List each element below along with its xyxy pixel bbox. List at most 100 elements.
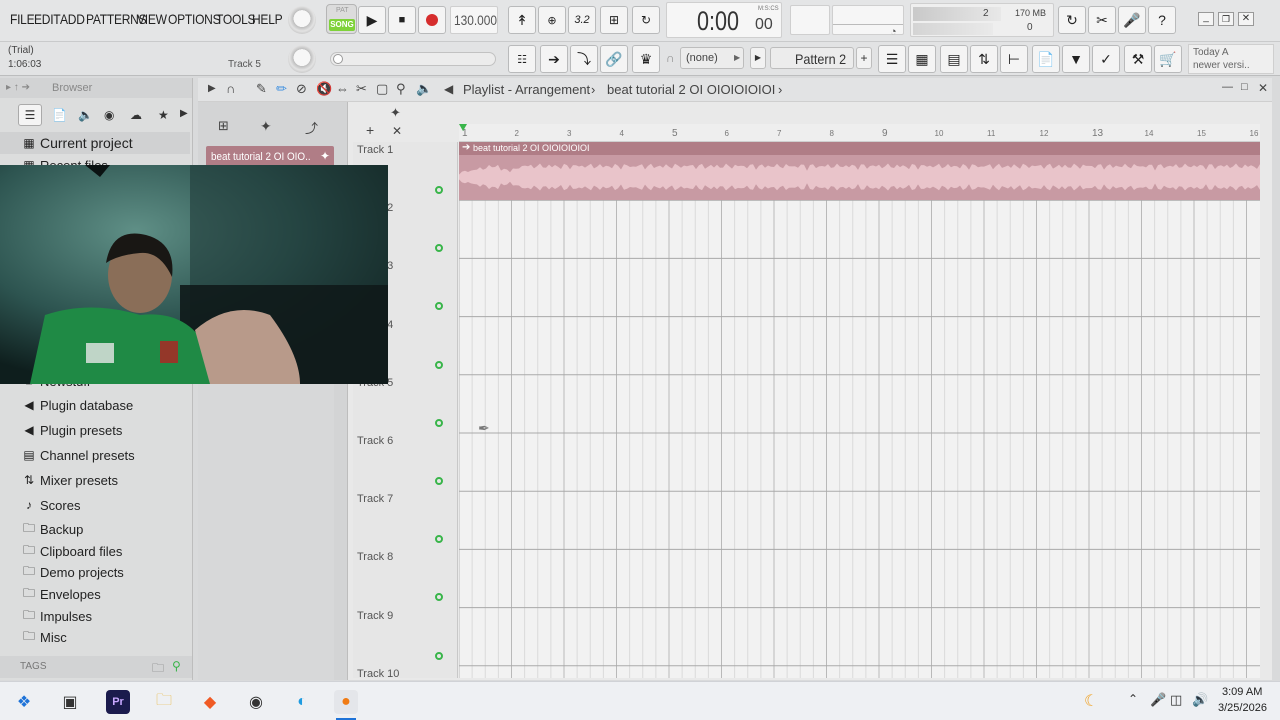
tempo-display[interactable]: 130.000 [450,6,498,34]
browser-all-button[interactable]: ☰ [18,104,42,126]
minimize-button[interactable]: _ [1198,12,1214,26]
reset-button[interactable]: ↻ [1058,6,1086,34]
playlist-options-icon[interactable]: ▶ [208,83,216,94]
add-track-icon[interactable]: + [366,122,374,138]
channel-rack-button[interactable]: ▦ [908,45,936,73]
playlist-close-icon[interactable]: ✕ [1258,81,1268,95]
track-enable-toggle[interactable] [435,360,443,369]
restore-button[interactable]: ❐ [1218,12,1234,26]
microphone-icon[interactable]: 🎤 [1150,692,1166,708]
menu-view[interactable]: VIEW [137,11,167,27]
position-slider[interactable] [330,52,496,66]
track-enable-toggle[interactable] [435,418,443,427]
brave-app[interactable]: ◆ [198,690,222,714]
playlist-maximize-icon[interactable]: □ [1241,81,1248,93]
piano-roll-window-button[interactable]: ▤ [940,45,968,73]
track-label[interactable]: Track 6 [357,435,393,447]
project-button[interactable]: 📄 [1032,45,1060,73]
browser-item-mixer-presets[interactable]: ⇅ Mixer presets [0,469,190,491]
pattern-selector[interactable]: Pattern 2 [770,47,854,69]
select-icon[interactable]: ▢ [376,81,388,97]
browser-speaker-icon[interactable]: 🔈 [78,108,93,122]
clock-date[interactable]: 3/25/2026 [1218,702,1267,714]
fl-studio-app[interactable]: ● [334,690,358,714]
play-button[interactable]: ▶ [358,6,386,34]
close-button[interactable]: ✕ [1238,12,1254,26]
remove-track-icon[interactable]: ✕ [392,124,402,138]
tray-expand-icon[interactable]: ⌃ [1128,692,1138,706]
edge-app[interactable]: ◐ [290,690,314,714]
track-mode-icon[interactable]: ✦ [390,105,401,121]
snap-select[interactable]: (none) ▶ [680,47,744,69]
browser-item-plugin-presets[interactable]: ◀ Plugin presets [0,419,190,441]
browser-item-channel-presets[interactable]: ▤ Channel presets [0,444,190,466]
mixer-button[interactable]: ⇅ [970,45,998,73]
automation-clip-icon[interactable]: ⤴ [305,118,318,137]
slip-icon[interactable]: ⇔ [336,81,349,96]
record-button[interactable] [418,6,446,34]
mute-icon[interactable]: 🔇 [316,81,332,97]
wrench-button[interactable]: ⚒ [1124,45,1152,73]
track-label[interactable]: Track 10 [357,668,399,680]
track-enable-toggle[interactable] [435,593,443,602]
file-explorer-app[interactable]: 🗀 [152,690,176,714]
track-enable-toggle[interactable] [435,651,443,660]
step-edit-button[interactable]: ⊞ [600,6,628,34]
delete-icon[interactable]: ⊘ [296,81,307,97]
track-enable-toggle[interactable] [435,535,443,544]
slider-handle[interactable] [333,54,343,64]
cut-tool-button[interactable]: ✂ [1088,6,1116,34]
microphone-button[interactable]: 🎤 [1118,6,1146,34]
pencil-icon[interactable]: ✎ [256,81,267,97]
track-enable-toggle[interactable] [435,477,443,485]
metronome-button[interactable]: ↟ [508,6,536,34]
pat-song-toggle[interactable]: PAT SONG [326,4,357,34]
countdown-button[interactable]: 3.2 [568,6,596,34]
track-enable-toggle[interactable] [435,244,443,253]
loop-record-button[interactable]: ↻ [632,6,660,34]
slice-icon[interactable]: ✂ [356,81,367,97]
start-button[interactable]: ❖ [12,690,36,714]
browser-cloud-icon[interactable]: ☁ [130,108,142,122]
main-volume-knob[interactable] [288,6,316,34]
network-icon[interactable]: ◫ [1170,692,1182,708]
folder-icon[interactable]: 🗀 [152,659,164,680]
menu-help[interactable]: HELP [252,11,283,27]
arrow-button[interactable]: ➔ [540,45,568,73]
link-button[interactable]: 🔗 [600,45,628,73]
browser-globe-icon[interactable]: ◉ [104,108,114,122]
browser-button[interactable]: ⊢ [1000,45,1028,73]
timeline-ruler[interactable]: 1 2 3 4 5 6 7 8 9 10 11 12 13 14 15 16 [459,124,1260,142]
premiere-app[interactable]: Pr [106,690,130,714]
playback-icon[interactable]: 🔈 [416,81,432,97]
track-enable-toggle[interactable] [435,302,443,311]
brush-icon[interactable]: ✏ [276,81,287,97]
track-label[interactable]: Track 7 [357,493,393,505]
browser-item-impulses[interactable]: 🗀 Impulses [0,605,190,627]
browser-item-backup[interactable]: 🗀 Backup [0,518,190,540]
audio-clip[interactable]: ➔ beat tutorial 2 OI OIOIOIOIOI [459,142,1260,200]
obs-app[interactable]: ◉ [244,690,268,714]
browser-next-icon[interactable]: ▶ [180,108,188,119]
slide-button[interactable]: ⤵ [570,45,598,73]
playlist-button[interactable]: ☰ [878,45,906,73]
pattern-clip-icon[interactable]: ✦ [260,118,272,135]
clock-time[interactable]: 3:09 AM [1222,686,1262,698]
browser-item-plugin-database[interactable]: ◀ Plugin database [0,394,190,416]
time-display[interactable]: 0:00 00 M:S:CS [666,2,782,38]
stop-button[interactable]: ■ [388,6,416,34]
browser-item-current-project[interactable]: ▦ Current project [0,132,190,154]
track-enable-toggle[interactable] [435,186,443,194]
browser-file-icon[interactable]: 📄 [52,108,67,122]
stamp-button[interactable]: ♛ [632,45,660,73]
menu-add[interactable]: ADD [60,11,85,27]
browser-item-scores[interactable]: ♪ Scores [0,494,190,516]
track-label[interactable]: Track 1 [357,144,393,156]
browser-item-envelopes[interactable]: 🗀 Envelopes [0,583,190,605]
browser-star-icon[interactable]: ★ [158,108,169,122]
magnet-icon[interactable]: ∩ [226,81,235,96]
arrangement-name[interactable]: beat tutorial 2 OI OIOIOIOIOI [607,82,775,97]
zoom-icon[interactable]: ⚲ [396,81,406,97]
menu-file[interactable]: FILE [10,11,35,27]
track-label[interactable]: Track 8 [357,551,393,563]
